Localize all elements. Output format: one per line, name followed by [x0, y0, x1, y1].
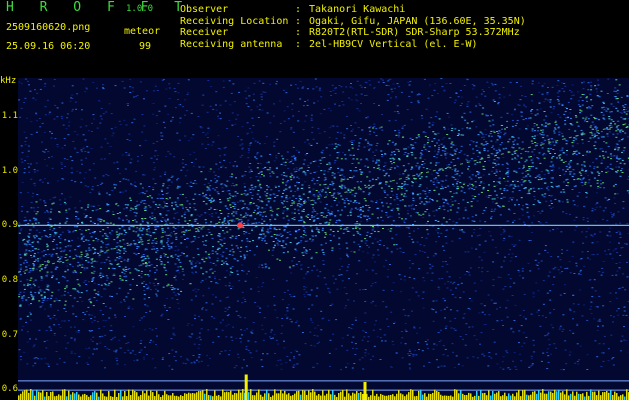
info-location: Receiving Location: Ogaki, Gifu, JAPAN (1…	[180, 15, 526, 27]
info-value: Takanori Kawachi	[309, 4, 406, 15]
carrier-marker	[237, 222, 243, 229]
info-label: Receiving Location	[180, 15, 289, 27]
drift-band	[18, 79, 629, 323]
info-value: R820T2(RTL-SDR) SDR-Sharp 53.372MHz	[309, 27, 520, 38]
spectrogram-canvas	[18, 78, 629, 400]
info-value: Ogaki, Gifu, JAPAN (136.60E, 35.35N)	[309, 15, 526, 27]
y-tick-label: 0.8	[1, 274, 18, 285]
file-datetime: 25.09.16 06:20	[6, 41, 91, 52]
y-tick-label: 1.0	[1, 165, 18, 176]
info-antenna: Receiving antenna:2el-HB9CV Vertical (el…	[180, 38, 478, 50]
info-label: Observer	[180, 4, 229, 15]
detection-count: 99	[139, 41, 152, 52]
info-observer: Observer: Takanori Kawachi	[180, 4, 406, 15]
noise-field	[18, 78, 629, 371]
spectrogram	[18, 78, 629, 400]
info-label: Receiver	[180, 27, 229, 38]
meteor-peak	[244, 374, 248, 400]
y-tick-label: 0.9	[1, 220, 18, 231]
info-value: 2el-HB9CV Vertical (el. E-W)	[309, 38, 478, 50]
app-version: 1.0.0	[126, 4, 154, 14]
header: H R O F F T 1.0.0 2509160620.png 25.09.1…	[0, 0, 629, 86]
info-label: Receiving antenna	[180, 38, 283, 50]
y-axis-unit: kHz	[0, 76, 17, 86]
file-name: 2509160620.png	[6, 22, 91, 33]
y-tick-label: 1.1	[1, 111, 18, 122]
detection-label: meteor	[124, 26, 161, 37]
station-info: Observer: Takanori Kawachi Receiving Loca…	[180, 4, 526, 50]
info-receiver: Receiver: R820T2(RTL-SDR) SDR-Sharp 53.37…	[180, 27, 520, 38]
app-logo: H R O F F T	[6, 0, 192, 15]
y-tick-label: 0.7	[1, 329, 18, 340]
y-tick-label: 0.6	[1, 384, 18, 395]
meteor-peak	[363, 382, 367, 400]
